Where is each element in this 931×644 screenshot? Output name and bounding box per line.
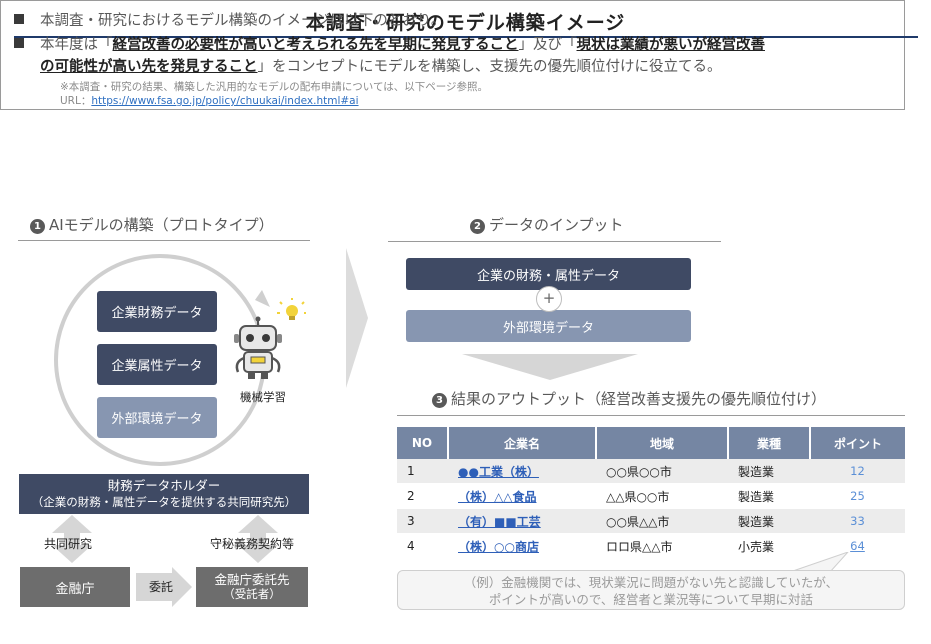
entrust-label: 委託 xyxy=(149,580,174,594)
row-no: 1 xyxy=(397,459,448,484)
row-company[interactable]: （株）○○商店 xyxy=(448,533,596,559)
row-company[interactable]: （有）■■工芸 xyxy=(448,508,596,534)
machine-learning-label: 機械学習 xyxy=(240,390,286,404)
row-region: ロロ県△△市 xyxy=(596,533,728,559)
row-industry: 製造業 xyxy=(728,508,810,534)
row-region: △△県○○市 xyxy=(596,483,728,509)
url-link[interactable]: https://www.fsa.go.jp/policy/chuukai/ind… xyxy=(91,95,358,107)
table-header-row: NO 企業名 地域 業種 ポイント xyxy=(397,427,905,459)
flow-chevron xyxy=(346,248,368,388)
column-header-region: 地域 xyxy=(596,427,729,459)
lightbulb-icon xyxy=(277,298,306,320)
section1-rule xyxy=(18,240,310,241)
example-callout: （例）金融機関では、現状業況に問題がない先と認識していたが、 ポイントが高いので… xyxy=(397,570,905,610)
callout-line-1: （例）金融機関では、現状業況に問題がない先と認識していたが、 xyxy=(463,575,839,590)
callout-line-2: ポイントが高いので、経営者と業況等について早期に対話 xyxy=(488,592,814,607)
url-line: URL：https://www.fsa.go.jp/policy/chuukai… xyxy=(60,95,359,107)
priority-table: NO 企業名 地域 業種 ポイント 1 ●●工業（株） ○○県○○市 製造業 1… xyxy=(397,427,905,559)
contractor-subtitle: （受託者） xyxy=(223,587,281,601)
corporate-financial-data-box: 企業財務データ xyxy=(97,291,217,332)
robot-icon xyxy=(234,298,306,379)
row-company[interactable]: （株）△△食品 xyxy=(448,483,596,509)
contractor-box: 金融庁委託先 （受託者） xyxy=(196,567,308,607)
plus-icon: + xyxy=(536,286,562,312)
section1-heading: 1 AIモデルの構築（プロトタイプ） xyxy=(30,214,274,235)
section3-rule xyxy=(397,415,905,416)
row-point: 25 xyxy=(810,483,905,509)
row-region: ○○県○○市 xyxy=(596,459,728,484)
summary-line-3: の可能性が高い先を発見すること」をコンセプトにモデルを構築し、支援先の優先順位付… xyxy=(40,59,722,75)
row-no: 2 xyxy=(397,483,448,509)
fsa-box: 金融庁 xyxy=(20,567,130,607)
section2-rule xyxy=(388,241,721,242)
column-header-industry: 業種 xyxy=(728,427,811,459)
table-row: 2 （株）△△食品 △△県○○市 製造業 25 xyxy=(397,483,905,509)
row-no: 3 xyxy=(397,508,448,534)
column-header-no: NO xyxy=(397,427,449,459)
data-holder-subtitle: （企業の財務・属性データを提供する共同研究先） xyxy=(31,495,297,509)
down-arrow xyxy=(462,354,638,380)
corporate-attribute-data-box: 企業属性データ xyxy=(97,344,217,385)
note-text: ※本調査・研究の結果、構築した汎用的なモデルの配布申請については、以下ページ参照… xyxy=(60,81,489,93)
column-header-point: ポイント xyxy=(810,427,905,459)
table-row: 3 （有）■■工芸 ○○県△△市 製造業 33 xyxy=(397,508,905,534)
external-environment-data-box: 外部環境データ xyxy=(97,397,217,438)
row-point: 12 xyxy=(810,459,905,484)
data-holder-box: 財務データホルダー （企業の財務・属性データを提供する共同研究先） xyxy=(19,474,309,514)
summary-line-1: 本調査・研究におけるモデル構築のイメージは以下のとおり。 xyxy=(40,13,446,29)
row-industry: 製造業 xyxy=(728,459,810,484)
bullet-icon xyxy=(14,14,24,24)
table-row: 1 ●●工業（株） ○○県○○市 製造業 12 xyxy=(397,459,905,484)
row-industry: 製造業 xyxy=(728,483,810,509)
data-holder-title: 財務データホルダー xyxy=(107,478,221,493)
confidentiality-label: 守秘義務契約等 xyxy=(210,537,295,551)
row-no: 4 xyxy=(397,533,448,559)
row-point: 33 xyxy=(810,508,905,534)
row-region: ○○県△△市 xyxy=(596,508,728,534)
contractor-title: 金融庁委託先 xyxy=(214,572,290,587)
summary-line-2: 本年度は「経営改善の必要性が高いと考えられる先を早期に発見すること」及び「現状は… xyxy=(40,37,765,53)
section2-heading: 2 データのインプット xyxy=(470,214,624,235)
bullet-icon xyxy=(14,38,24,48)
column-header-company: 企業名 xyxy=(448,427,597,459)
joint-research-label: 共同研究 xyxy=(44,537,93,551)
section3-heading: 3 結果のアウトプット（経営改善支援先の優先順位付け） xyxy=(432,388,826,409)
external-data-input-box: 外部環境データ xyxy=(406,310,691,342)
row-company[interactable]: ●●工業（株） xyxy=(448,459,596,484)
